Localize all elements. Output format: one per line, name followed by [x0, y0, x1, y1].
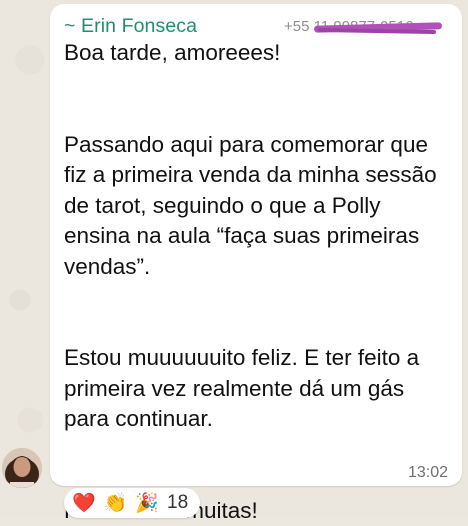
reactions-bar[interactable]: ❤️ 👏 🎉 18	[64, 488, 200, 518]
message-bubble[interactable]: ~ Erin Fonseca +55 11 99877-0516 Boa tar…	[50, 4, 462, 486]
reaction-count: 18	[167, 492, 188, 514]
message-paragraph-sale: Passando aqui para comemorar que fiz a p…	[64, 130, 452, 283]
message-timestamp: 13:02	[408, 464, 448, 482]
red-heart-icon: ❤️	[72, 494, 96, 513]
sender-name[interactable]: ~ Erin Fonseca	[64, 15, 197, 38]
paragraph-spacer	[64, 282, 452, 343]
party-popper-icon: 🎉	[135, 494, 159, 513]
sender-avatar[interactable]	[2, 448, 42, 488]
paragraph-spacer	[64, 69, 452, 130]
avatar-photo-icon	[2, 448, 42, 488]
clapping-hands-icon: 👏	[104, 494, 128, 513]
paragraph-spacer	[64, 435, 452, 496]
sender-phone-redacted: +55 11 99877-0516	[284, 18, 452, 35]
message-text: Boa tarde, amoreees! Passando aqui para …	[64, 38, 452, 526]
message-paragraph-greeting: Boa tarde, amoreees!	[64, 38, 452, 69]
message-header: ~ Erin Fonseca +55 11 99877-0516	[64, 14, 452, 38]
message-paragraph-feeling: Estou muuuuuuito feliz. E ter feito a pr…	[64, 343, 452, 435]
